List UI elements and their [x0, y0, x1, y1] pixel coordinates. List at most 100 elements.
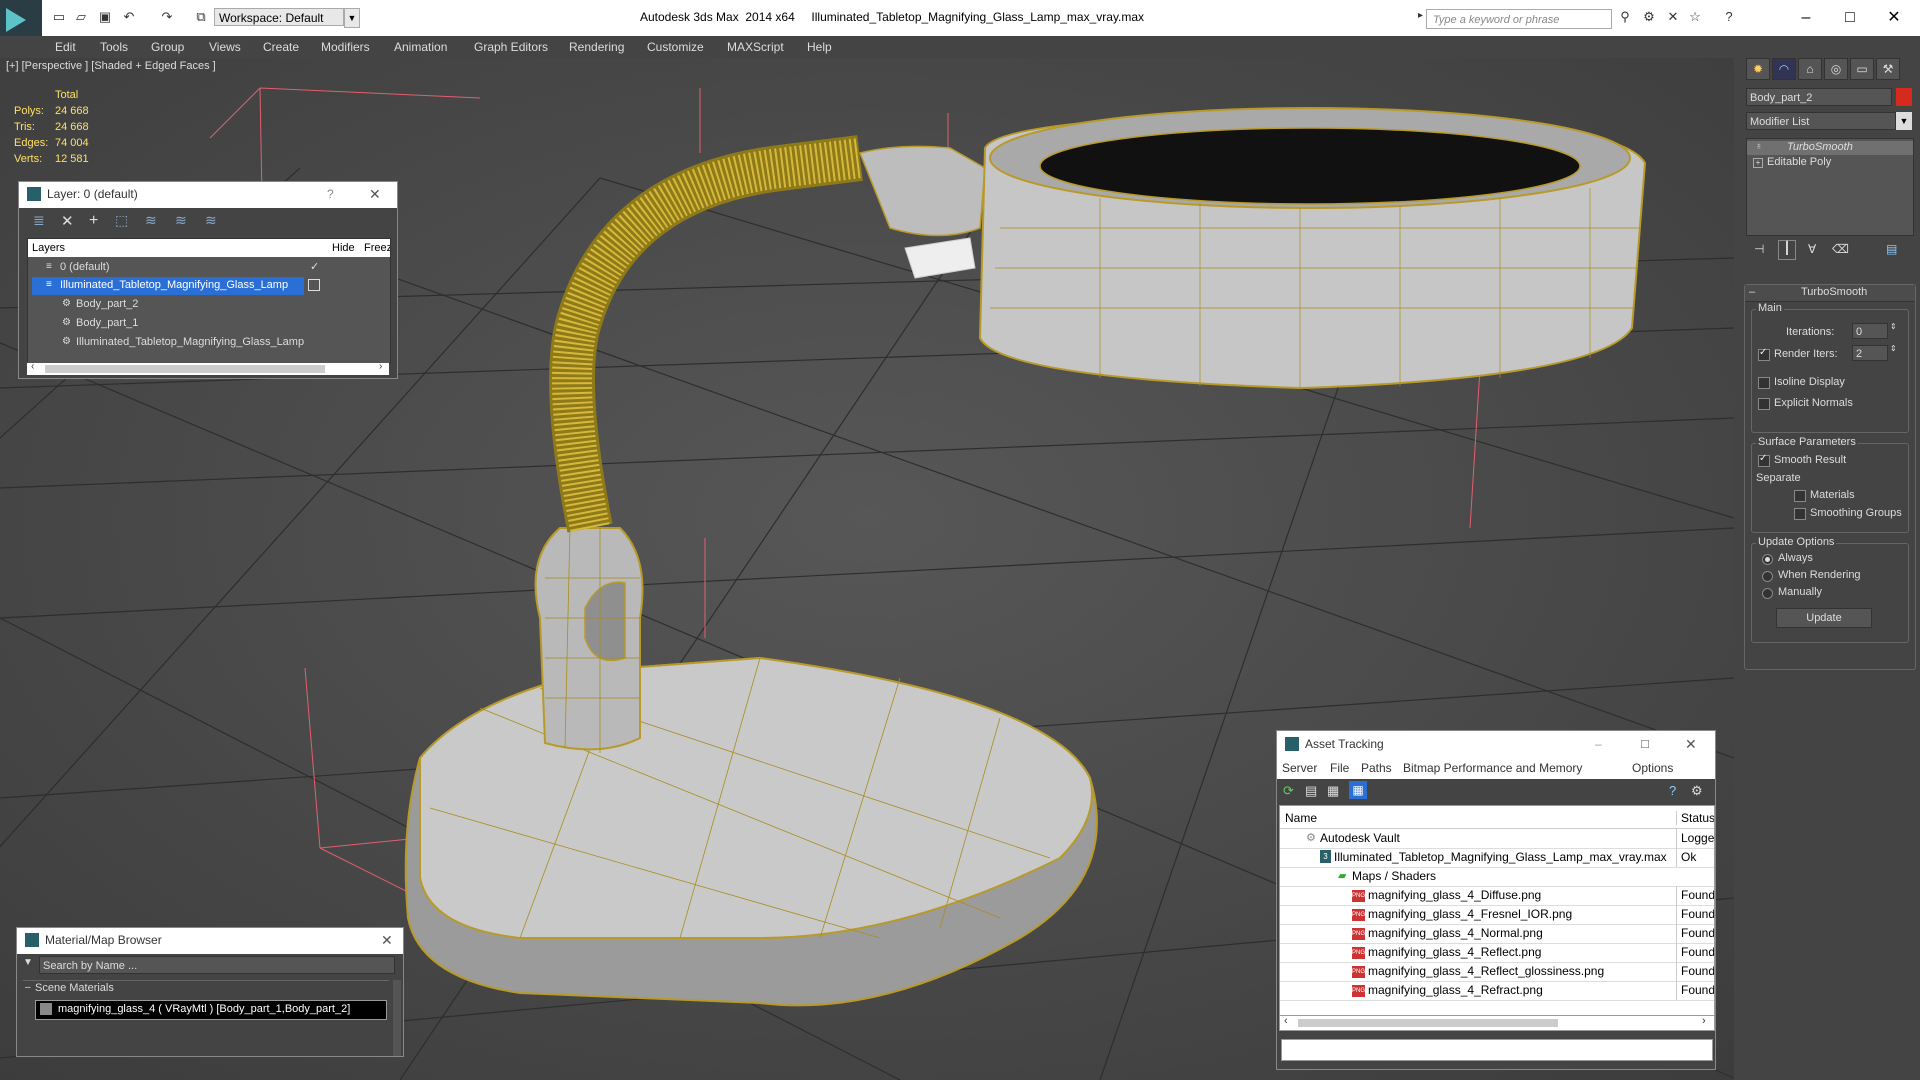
expand-icon[interactable]: +: [1753, 158, 1763, 168]
object-row[interactable]: ⚙ Illuminated_Tabletop_Magnifying_Glass_…: [28, 334, 390, 352]
menu-group[interactable]: Group: [151, 40, 184, 54]
viewport-label[interactable]: [+] [Perspective ] [Shaded + Edged Faces…: [6, 60, 216, 72]
stack-item-turbosmooth[interactable]: ♁ TurboSmooth: [1747, 141, 1913, 155]
layer-panel-titlebar[interactable]: Layer: 0 (default) ? ✕: [19, 182, 397, 206]
menu-views[interactable]: Views: [209, 40, 241, 54]
asset-row[interactable]: PNG magnifying_glass_4_Diffuse.png Found: [1280, 886, 1714, 906]
minimize-button[interactable]: –: [1784, 6, 1828, 30]
table-view-icon[interactable]: ▦: [1327, 783, 1339, 799]
asset-row[interactable]: PNG magnifying_glass_4_Refract.png Found: [1280, 981, 1714, 1001]
scroll-thumb[interactable]: [1298, 1019, 1558, 1027]
undo-icon[interactable]: ↶: [120, 9, 138, 25]
freeze-all-icon[interactable]: ≋: [205, 212, 217, 229]
delete-layer-icon[interactable]: ✕: [61, 212, 74, 230]
vault-settings-icon[interactable]: ⚙: [1691, 783, 1703, 799]
binoculars-icon[interactable]: ⚲: [1616, 9, 1634, 25]
smooth-result-checkbox[interactable]: [1758, 453, 1770, 467]
col-name[interactable]: Name: [1285, 811, 1317, 825]
scroll-left-icon[interactable]: ‹: [31, 361, 34, 372]
modify-tab-icon[interactable]: ◠: [1772, 58, 1796, 80]
asset-row[interactable]: ▰ Maps / Shaders: [1280, 867, 1714, 887]
vault-help-icon[interactable]: ?: [1669, 783, 1676, 798]
update-button[interactable]: Update: [1776, 608, 1872, 628]
asset-tracking-titlebar[interactable]: Asset Tracking – □ ✕: [1277, 731, 1715, 757]
col-layers[interactable]: Layers: [32, 242, 65, 254]
remove-modifier-icon[interactable]: ⌫: [1832, 242, 1849, 256]
hide-all-icon[interactable]: ≋: [175, 212, 187, 229]
asset-menu-file[interactable]: File: [1330, 761, 1349, 775]
search-expand-icon[interactable]: ▸: [1418, 10, 1426, 28]
col-freeze[interactable]: Freeze: [364, 242, 390, 254]
when-rendering-radio[interactable]: [1762, 571, 1773, 582]
scroll-left-icon[interactable]: ‹: [1284, 1015, 1288, 1027]
close-button[interactable]: ✕: [1872, 6, 1916, 30]
help-button[interactable]: ?: [327, 182, 334, 206]
asset-menu-bitmap[interactable]: Bitmap Performance and Memory: [1403, 761, 1582, 775]
menu-graph-editors[interactable]: Graph Editors: [474, 40, 548, 54]
asset-menu-paths[interactable]: Paths: [1361, 761, 1392, 775]
object-row[interactable]: ⚙ Body_part_1: [28, 315, 390, 333]
subscription-icon[interactable]: ⚙: [1640, 9, 1658, 25]
asset-row[interactable]: PNG magnifying_glass_4_Normal.png Found: [1280, 924, 1714, 944]
keyword-search-input[interactable]: Type a keyword or phrase: [1426, 9, 1612, 29]
utilities-tab-icon[interactable]: ⚒: [1876, 58, 1900, 80]
spinner-arrows-icon[interactable]: ⇕: [1890, 322, 1897, 331]
object-row[interactable]: ⚙ Body_part_2: [28, 296, 390, 314]
add-to-layer-icon[interactable]: +: [89, 212, 98, 230]
new-file-icon[interactable]: ▭: [50, 9, 68, 25]
make-unique-icon[interactable]: ∀: [1808, 242, 1816, 256]
menu-customize[interactable]: Customize: [647, 40, 704, 54]
smoothing-groups-checkbox[interactable]: [1794, 508, 1806, 520]
render-iters-checkbox[interactable]: [1758, 347, 1770, 361]
communication-icon[interactable]: ✕: [1664, 9, 1682, 25]
scroll-right-icon[interactable]: ›: [379, 361, 382, 372]
col-status[interactable]: Status: [1676, 811, 1714, 825]
materials-checkbox[interactable]: [1794, 490, 1806, 502]
menu-rendering[interactable]: Rendering: [569, 40, 624, 54]
horizontal-scrollbar[interactable]: ‹ ›: [27, 361, 389, 375]
modifier-list-dropdown[interactable]: Modifier List: [1746, 112, 1896, 130]
object-name-field[interactable]: Body_part_2: [1746, 88, 1892, 106]
project-folder-icon[interactable]: ⧉: [192, 9, 210, 25]
asset-row[interactable]: PNG magnifying_glass_4_Reflect_glossines…: [1280, 962, 1714, 982]
dropdown-chevron-icon[interactable]: ▼: [1896, 112, 1912, 130]
save-file-icon[interactable]: ▣: [96, 9, 114, 25]
scroll-right-icon[interactable]: ›: [1702, 1015, 1706, 1027]
menu-help[interactable]: Help: [807, 40, 832, 54]
always-radio[interactable]: [1762, 554, 1773, 565]
object-color-swatch[interactable]: [1896, 88, 1912, 106]
maximize-icon[interactable]: □: [1641, 731, 1649, 757]
active-layer-checkbox[interactable]: [308, 279, 320, 291]
menu-modifiers[interactable]: Modifiers: [321, 40, 370, 54]
vertical-scrollbar[interactable]: [393, 980, 401, 1056]
scroll-thumb[interactable]: [45, 365, 325, 373]
asset-path-field[interactable]: [1281, 1039, 1713, 1061]
material-browser-titlebar[interactable]: Material/Map Browser ✕: [17, 928, 403, 952]
close-icon[interactable]: ✕: [369, 182, 381, 206]
explicit-normals-checkbox[interactable]: [1758, 398, 1770, 410]
workspace-chevron-icon[interactable]: ▼: [344, 8, 360, 28]
options-chevron-icon[interactable]: ▼: [23, 957, 33, 968]
motion-tab-icon[interactable]: ◎: [1824, 58, 1848, 80]
maximize-button[interactable]: □: [1828, 6, 1872, 30]
menu-animation[interactable]: Animation: [394, 40, 447, 54]
workspace-dropdown[interactable]: Workspace: Default: [214, 8, 344, 26]
scene-materials-header[interactable]: – Scene Materials: [23, 980, 389, 997]
render-iters-spinner[interactable]: 2: [1852, 345, 1888, 361]
create-tab-icon[interactable]: ✹: [1746, 58, 1770, 80]
show-end-result-icon[interactable]: ┃: [1778, 240, 1796, 260]
manually-radio[interactable]: [1762, 588, 1773, 599]
grid-view-icon[interactable]: ▦: [1349, 781, 1367, 799]
iterations-spinner[interactable]: 0: [1852, 323, 1888, 339]
open-file-icon[interactable]: ▱: [72, 9, 90, 25]
layer-row[interactable]: ≡ 0 (default) ✓: [28, 259, 390, 277]
menu-maxscript[interactable]: MAXScript: [727, 40, 784, 54]
refresh-icon[interactable]: ⟳: [1283, 783, 1294, 799]
material-search-input[interactable]: Search by Name ...: [39, 956, 395, 974]
col-hide[interactable]: Hide: [332, 242, 355, 254]
rollout-header[interactable]: – TurboSmooth: [1745, 285, 1915, 302]
active-layer-check-icon[interactable]: ✓: [310, 260, 319, 273]
isoline-display-checkbox[interactable]: [1758, 377, 1770, 389]
close-icon[interactable]: ✕: [1685, 731, 1697, 757]
menu-create[interactable]: Create: [263, 40, 299, 54]
